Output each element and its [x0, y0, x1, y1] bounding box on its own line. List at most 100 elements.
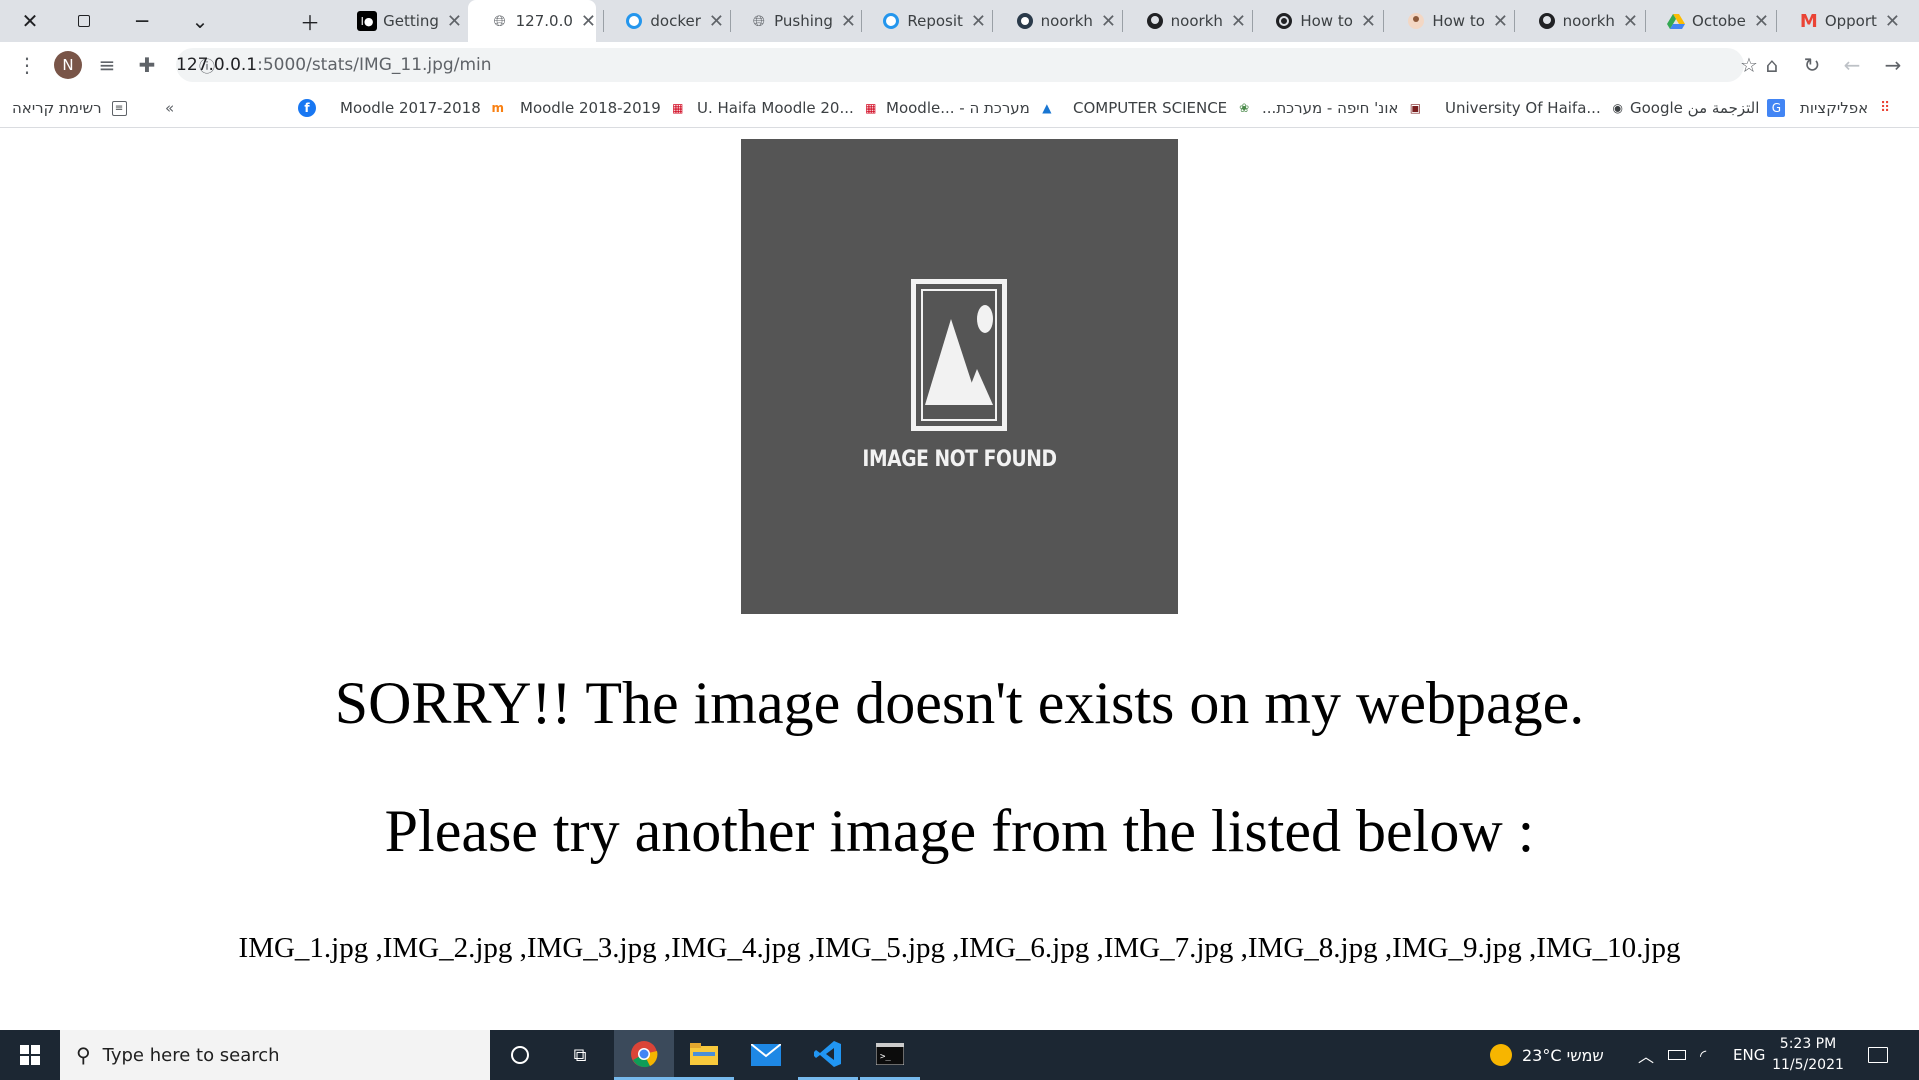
svg-text:>_: >_	[880, 1052, 891, 1062]
taskbar-chrome[interactable]	[614, 1030, 674, 1080]
close-icon[interactable]: ✕	[1231, 11, 1246, 32]
close-window-button[interactable]: ✕	[0, 0, 60, 42]
tab-divider	[861, 10, 862, 32]
tab-reposit[interactable]: ✕ Reposit	[868, 0, 986, 42]
moodle-icon: ▦	[672, 101, 684, 115]
bookmark-label: COMPUTER SCIENCE	[1073, 99, 1228, 117]
media-control-button[interactable]: ≡	[92, 50, 122, 80]
show-hidden-icons-button[interactable]: ︿	[1638, 1030, 1654, 1080]
close-icon[interactable]: ✕	[1101, 11, 1116, 32]
tab-opport[interactable]: ✕ Opport M	[1782, 0, 1900, 42]
close-icon[interactable]: ✕	[841, 11, 856, 32]
tab-how-to-1[interactable]: ✕ How to	[1258, 0, 1376, 42]
globe-icon: ◉	[1612, 101, 1623, 115]
reading-list-label: רשימת קריאה	[12, 99, 102, 117]
bookmark-moodle-maarechet[interactable]: Moodle... - מערכת ה ▲	[886, 96, 1056, 120]
image-not-found-caption: IMAGE NOT FOUND	[862, 447, 1057, 472]
google-drive-icon	[1666, 11, 1686, 31]
back-button[interactable]: →	[1878, 50, 1908, 80]
page-title: SORRY!! The image doesn't exists on my w…	[334, 670, 1585, 736]
close-icon[interactable]: ✕	[581, 11, 596, 32]
reload-button[interactable]: ↻	[1797, 50, 1827, 80]
avatar-icon	[1406, 11, 1426, 31]
reload-icon: ↻	[1803, 53, 1821, 77]
close-icon[interactable]: ✕	[971, 11, 986, 32]
cortana-button[interactable]	[490, 1030, 550, 1080]
reading-list-button[interactable]: רשימת קריאה ≡	[12, 96, 127, 120]
tab-pushing[interactable]: ✕ Pushing 🌐︎	[738, 0, 856, 42]
extensions-button[interactable]: ✚	[132, 50, 162, 80]
tab-divider	[1514, 10, 1515, 32]
tab-divider	[1122, 10, 1123, 32]
taskbar-mail[interactable]	[736, 1030, 796, 1080]
tab-title: noorkh	[1170, 12, 1223, 30]
bookmark-university-of-haifa[interactable]: University Of Haifa... ◉	[1445, 96, 1627, 120]
bookmark-moodle-2017[interactable]: Moodle 2017-2018 m	[340, 96, 507, 120]
home-button[interactable]: ⌂	[1757, 50, 1787, 80]
tab-getting[interactable]: ✕ Getting ●I	[345, 0, 462, 42]
reading-list-icon: ≡	[111, 100, 127, 116]
browser-menu-button[interactable]: ⋮	[12, 50, 42, 80]
bookmark-u-haifa-moodle[interactable]: U. Haifa Moodle 20... ▦	[697, 96, 880, 120]
bookmark-computer-science[interactable]: COMPUTER SCIENCE ❀	[1073, 96, 1253, 120]
haifa-cs-icon: ❀	[1239, 101, 1250, 115]
taskbar-file-explorer[interactable]	[674, 1030, 734, 1080]
bookmark-moodle-2018[interactable]: Moodle 2018-2019 ▦	[520, 96, 687, 120]
tab-noorkh-2[interactable]: ✕ noorkh	[1128, 0, 1246, 42]
battery-icon	[1668, 1050, 1686, 1060]
mail-icon	[751, 1044, 781, 1066]
tab-noorkh-1[interactable]: ✕ noorkh	[998, 0, 1116, 42]
close-icon[interactable]: ✕	[709, 11, 724, 32]
address-bar[interactable]: ☆ ⓘ 127.0.0.1:5000/stats/IMG_11.jpg/min	[176, 48, 1758, 82]
tab-search-button[interactable]: ⌄	[170, 0, 230, 42]
bookmark-haifa-maarechet[interactable]: ...אונ' חיפה - מערכת ▣	[1262, 96, 1424, 120]
action-center-button[interactable]	[1868, 1030, 1888, 1080]
close-icon[interactable]: ✕	[1754, 11, 1769, 32]
bookmark-facebook[interactable]: f	[298, 96, 316, 120]
url-text: 127.0.0.1:5000/stats/IMG_11.jpg/min	[176, 55, 492, 75]
task-view-button[interactable]: ⧉	[550, 1030, 610, 1080]
tab-title: Pushing	[774, 12, 833, 30]
tab-127-0-0[interactable]: ✕ 127.0.0 🌐︎	[468, 0, 596, 42]
taskbar-vscode[interactable]	[798, 1030, 858, 1080]
new-tab-button[interactable]: ＋	[280, 0, 340, 42]
restore-window-button[interactable]	[54, 0, 114, 42]
close-icon[interactable]: ✕	[1885, 11, 1900, 32]
close-icon[interactable]: ✕	[1361, 11, 1376, 32]
tab-how-to-2[interactable]: ✕ How to	[1390, 0, 1508, 42]
battery-status[interactable]	[1668, 1030, 1686, 1080]
bookmarks-overflow-button[interactable]: «	[165, 96, 174, 120]
start-button[interactable]	[0, 1030, 60, 1080]
tab-docker[interactable]: ✕ docker	[606, 0, 724, 42]
profile-avatar[interactable]: N	[54, 51, 82, 79]
taskbar-terminal[interactable]: >_	[860, 1030, 920, 1080]
bookmark-label: University Of Haifa...	[1445, 99, 1601, 117]
docker-hub-icon	[1015, 11, 1035, 31]
system-clock[interactable]: 5:23 PM 11/5/2021	[1765, 1034, 1851, 1076]
weather-widget[interactable]: 23°C שמשי	[1490, 1030, 1604, 1080]
tab-divider	[992, 10, 993, 32]
close-icon[interactable]: ✕	[447, 11, 462, 32]
bookmark-google-translate[interactable]: Google التزجمة من G	[1630, 96, 1786, 120]
minimize-window-button[interactable]: ─	[112, 0, 172, 42]
tab-title: Reposit	[907, 12, 963, 30]
restore-icon	[78, 15, 90, 27]
sun-icon	[1490, 1044, 1512, 1066]
taskbar-search-box[interactable]: ⚲ Type here to search	[60, 1030, 490, 1080]
weather-text: 23°C שמשי	[1522, 1045, 1604, 1065]
close-icon[interactable]: ✕	[1623, 11, 1638, 32]
tab-divider	[1645, 10, 1646, 32]
forward-button[interactable]: ←	[1837, 50, 1867, 80]
bookmark-apps[interactable]: אפליקציות ⠿	[1800, 96, 1894, 120]
vscode-icon	[814, 1040, 841, 1067]
tab-noorkh-3[interactable]: ✕ noorkh	[1520, 0, 1638, 42]
google-translate-icon: G	[1767, 99, 1786, 117]
close-icon[interactable]: ✕	[1493, 11, 1508, 32]
tab-divider	[1383, 10, 1384, 32]
input-language[interactable]: ENG	[1733, 1030, 1765, 1080]
tab-octobe[interactable]: ✕ Octobe	[1651, 0, 1769, 42]
tab-divider	[730, 10, 731, 32]
network-status[interactable]: ◜	[1700, 1030, 1706, 1080]
clock-date: 11/5/2021	[1772, 1057, 1844, 1073]
tab-title: Opport	[1824, 12, 1877, 30]
